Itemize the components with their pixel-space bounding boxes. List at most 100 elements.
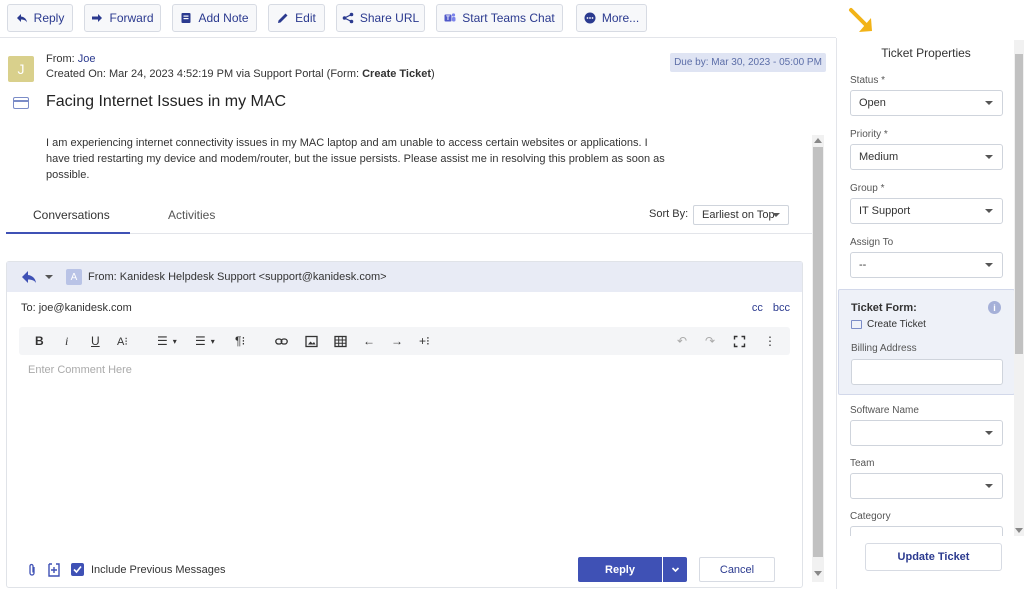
sender-avatar: A <box>66 269 82 285</box>
sort-order-value: Earliest on Top <box>702 209 775 221</box>
share-url-label: Share URL <box>359 11 420 25</box>
ticket-form-icon <box>13 97 29 109</box>
editor-toolbar: B i U A⁝ ☰ ▾ ☰ ▾ ¶⁝ ← → +⁝ ↶ ↷ ⋮ <box>19 327 790 355</box>
scroll-up-arrow-icon[interactable] <box>814 138 822 143</box>
outdent-arrow-left-icon[interactable]: ← <box>363 334 375 348</box>
category-select[interactable] <box>850 526 1003 536</box>
composer-to[interactable]: To: joe@kanidesk.com <box>21 302 132 314</box>
indent-arrow-right-icon[interactable]: → <box>391 334 403 348</box>
undo-icon[interactable]: ↶ <box>677 334 687 348</box>
scroll-thumb[interactable] <box>813 147 823 557</box>
redo-icon[interactable]: ↷ <box>705 334 715 348</box>
status-value: Open <box>859 97 886 109</box>
reply-mode-dropdown-icon[interactable] <box>45 275 53 279</box>
due-date-badge: Due by: Mar 30, 2023 - 05:00 PM <box>670 53 826 72</box>
group-value: IT Support <box>859 205 911 217</box>
scroll-down-arrow-icon[interactable] <box>814 571 822 576</box>
chevron-down-icon <box>985 101 993 105</box>
requester-name-link[interactable]: Joe <box>78 53 96 65</box>
ticket-from: From: Joe <box>46 53 96 65</box>
forward-icon <box>92 14 103 22</box>
add-note-button[interactable]: Add Note <box>172 4 257 32</box>
sort-order-select[interactable]: Earliest on Top <box>693 205 789 225</box>
ticket-tabs: Conversations Activities <box>6 196 812 234</box>
priority-select[interactable]: Medium <box>850 144 1003 170</box>
more-label: More... <box>601 11 640 25</box>
include-previous-checkbox[interactable] <box>71 563 84 576</box>
add-attachment-icon[interactable] <box>47 563 61 577</box>
font-size-icon[interactable]: A⁝ <box>117 334 128 348</box>
chevron-down-icon <box>772 213 780 217</box>
chevron-down-icon <box>985 263 993 267</box>
created-form-name: Create Ticket <box>362 68 431 80</box>
chevron-down-icon <box>985 155 993 159</box>
insert-image-icon[interactable] <box>305 334 318 348</box>
send-reply-button[interactable]: Reply <box>578 557 662 582</box>
software-name-select[interactable] <box>850 420 1003 446</box>
update-ticket-button[interactable]: Update Ticket <box>865 543 1002 571</box>
bcc-link[interactable]: bcc <box>773 302 790 314</box>
properties-title: Ticket Properties <box>881 46 971 60</box>
paragraph-format-icon[interactable]: ¶⁝ <box>235 334 245 348</box>
billing-address-input[interactable] <box>851 359 1003 385</box>
italic-icon[interactable]: i <box>65 334 68 348</box>
tab-conversations[interactable]: Conversations <box>33 208 110 222</box>
annotation-arrow-icon <box>849 8 872 32</box>
ordered-list-icon[interactable]: ☰ ▾ <box>157 334 177 348</box>
comment-editor-placeholder[interactable]: Enter Comment Here <box>28 364 132 376</box>
properties-scrollbar[interactable] <box>1014 40 1024 536</box>
ticket-form-value: Create Ticket <box>851 319 926 330</box>
status-select[interactable]: Open <box>850 90 1003 116</box>
conversation-scrollbar[interactable] <box>812 135 824 582</box>
ticket-created-info: Created On: Mar 24, 2023 4:52:19 PM via … <box>46 68 435 80</box>
chevron-down-icon <box>985 209 993 213</box>
ticket-form-section: Ticket Form: i Create Ticket Billing Add… <box>838 289 1015 395</box>
insert-more-icon[interactable]: +⁝ <box>419 334 430 348</box>
created-suffix: ) <box>431 68 435 80</box>
cancel-button[interactable]: Cancel <box>699 557 775 582</box>
bold-icon[interactable]: B <box>35 334 44 348</box>
tab-activities[interactable]: Activities <box>168 208 215 222</box>
composer-from[interactable]: From: Kanidesk Helpdesk Support <support… <box>88 271 387 283</box>
attachment-paperclip-icon[interactable] <box>26 563 38 577</box>
team-select[interactable] <box>850 473 1003 499</box>
reply-options-dropdown[interactable] <box>663 557 687 582</box>
chevron-down-icon <box>985 431 993 435</box>
pencil-icon <box>278 13 288 23</box>
reply-composer: A From: Kanidesk Helpdesk Support <suppo… <box>6 261 803 588</box>
ticket-subject: Facing Internet Issues in my MAC <box>46 93 287 110</box>
ticket-description: I am experiencing internet connectivity … <box>46 137 665 181</box>
edit-button[interactable]: Edit <box>268 4 325 32</box>
more-button[interactable]: More... <box>576 4 647 32</box>
composer-header: A From: Kanidesk Helpdesk Support <suppo… <box>7 262 802 292</box>
svg-text:T: T <box>446 16 450 22</box>
priority-value: Medium <box>859 151 899 163</box>
ticket-form-title: Ticket Form: <box>851 302 917 314</box>
insert-link-icon[interactable] <box>275 334 288 348</box>
group-select[interactable]: IT Support <box>850 198 1003 224</box>
billing-address-label: Billing Address <box>851 343 917 354</box>
underline-icon[interactable]: U <box>91 334 100 348</box>
assign-to-select[interactable]: -- <box>850 252 1003 278</box>
reply-mode-icon[interactable] <box>21 270 37 284</box>
scroll-thumb[interactable] <box>1015 54 1023 354</box>
chevron-down-icon <box>985 484 993 488</box>
unordered-list-icon[interactable]: ☰ ▾ <box>195 334 215 348</box>
composer-footer: Include Previous Messages Reply Cancel <box>7 557 802 587</box>
checkmark-icon <box>73 565 82 574</box>
start-teams-chat-button[interactable]: T Start Teams Chat <box>436 4 563 32</box>
software-name-label: Software Name <box>850 405 919 416</box>
more-options-vertical-icon[interactable]: ⋮ <box>764 334 776 348</box>
share-url-button[interactable]: Share URL <box>336 4 425 32</box>
reply-button[interactable]: Reply <box>7 4 73 32</box>
forward-button[interactable]: Forward <box>84 4 161 32</box>
from-label: From: <box>46 53 75 65</box>
priority-label: Priority * <box>850 129 888 140</box>
cc-link[interactable]: cc <box>752 302 763 314</box>
scroll-down-arrow-icon[interactable] <box>1015 528 1023 533</box>
fullscreen-icon[interactable] <box>733 334 746 348</box>
include-previous-label: Include Previous Messages <box>91 564 226 576</box>
insert-table-icon[interactable] <box>334 334 347 348</box>
teams-icon: T <box>444 13 456 22</box>
info-icon[interactable]: i <box>988 301 1001 314</box>
